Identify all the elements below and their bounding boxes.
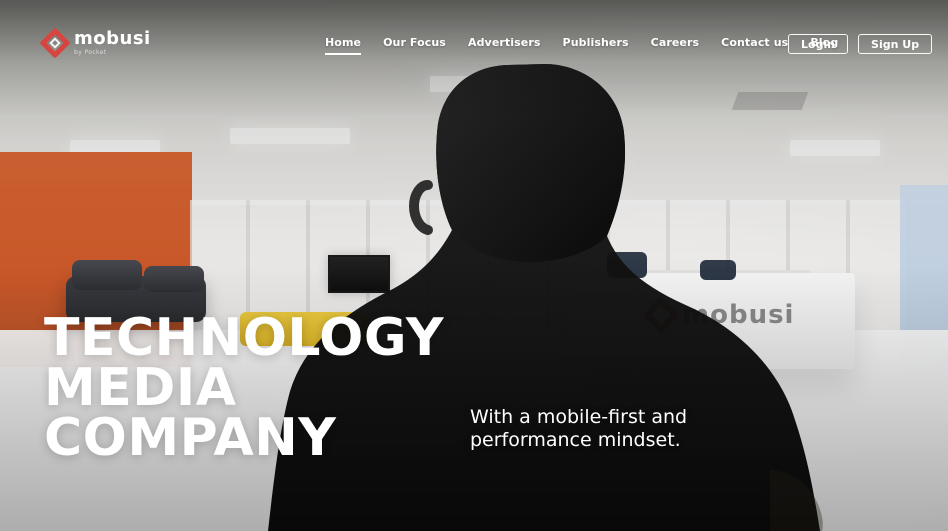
site-header: mobusi by Pocket Home Our Focus Advertis… [0, 0, 948, 86]
brand-text: mobusi by Pocket [74, 30, 151, 56]
brand-tagline: by Pocket [74, 49, 107, 56]
headline-line: MEDIA [44, 357, 237, 418]
nav-advertisers[interactable]: Advertisers [468, 36, 541, 55]
nav-contact-us[interactable]: Contact us [721, 36, 788, 55]
headline-line: TECHNOLOGY [44, 308, 445, 368]
headline-line: COMPANY [44, 407, 337, 468]
nav-our-focus[interactable]: Our Focus [383, 36, 446, 55]
nav-publishers[interactable]: Publishers [563, 36, 629, 55]
nav-home[interactable]: Home [325, 36, 362, 55]
hero-headline: TECHNOLOGY MEDIA COMPANY [44, 308, 445, 468]
brand-logo[interactable]: mobusi by Pocket [44, 30, 151, 56]
login-button[interactable]: Login [788, 34, 849, 54]
nav-careers[interactable]: Careers [651, 36, 700, 55]
main-nav: Home Our Focus Advertisers Publishers Ca… [325, 36, 838, 55]
signup-button[interactable]: Sign Up [858, 34, 933, 54]
brand-name: mobusi [74, 28, 151, 49]
auth-buttons: Login Sign Up [788, 34, 933, 54]
hero-subhead: With a mobile-first and performance mind… [470, 406, 688, 451]
mobusi-logo-icon [44, 32, 66, 54]
